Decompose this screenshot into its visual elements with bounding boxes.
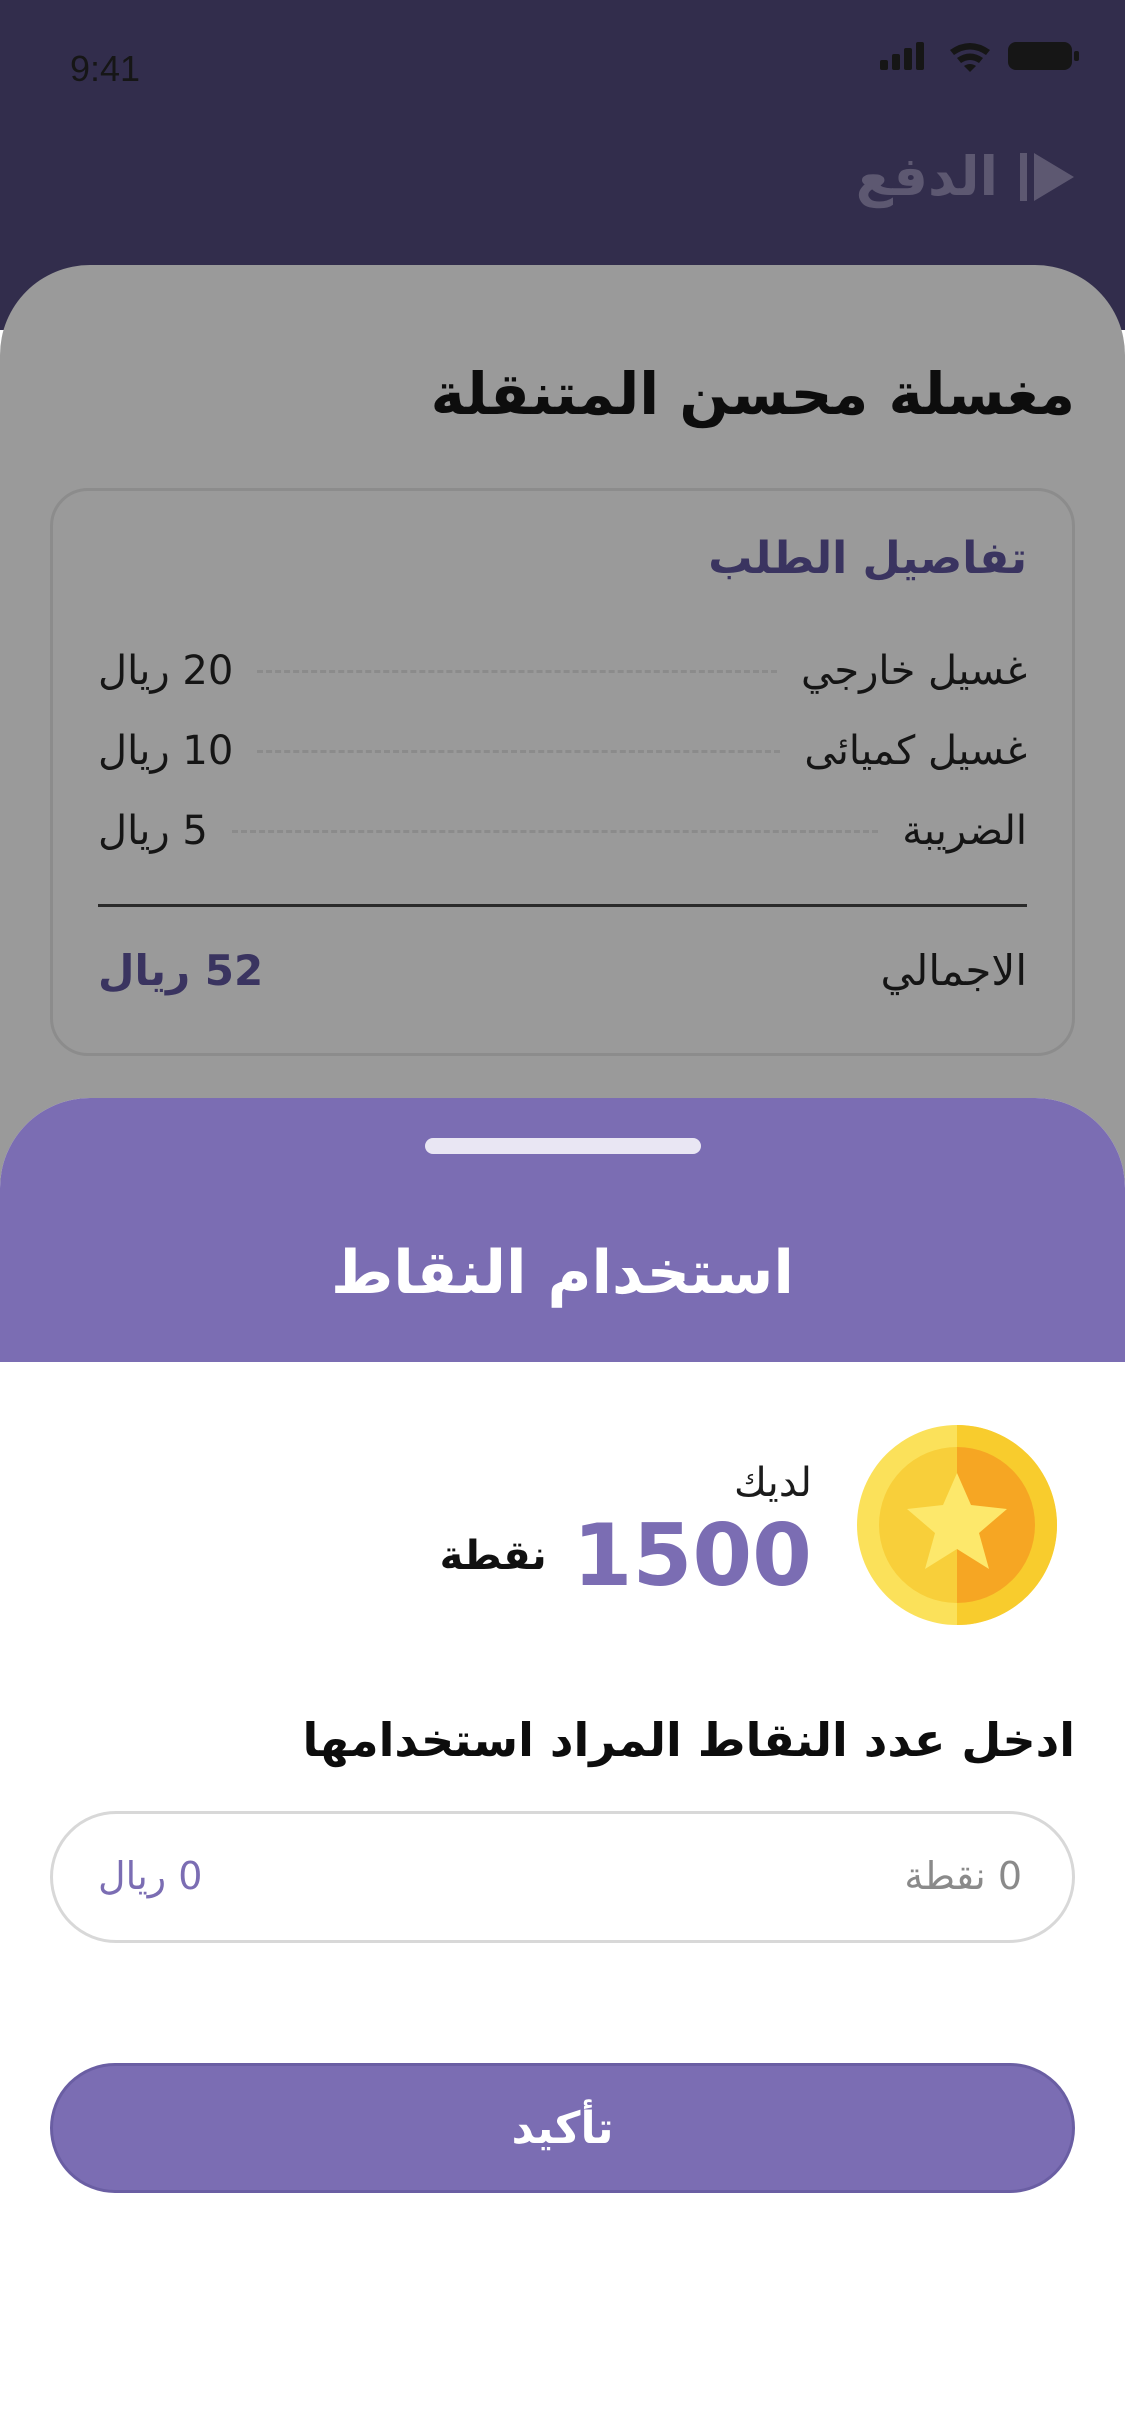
points-unit: نقطة [439, 1533, 547, 1579]
order-item-price: 20 ريال [98, 648, 234, 694]
dotted-leader [231, 829, 879, 833]
dotted-leader [257, 749, 781, 753]
enter-points-label: ادخل عدد النقاط المراد استخدامها [302, 1713, 1075, 1767]
signal-icon [880, 42, 924, 70]
order-item-row: غسيل خارجي 20 ريال [98, 641, 1027, 701]
order-item-price: 5 ريال [98, 808, 208, 854]
play-icon[interactable] [1020, 151, 1075, 203]
dotted-leader [257, 669, 778, 673]
total-value: 52 ريال [98, 946, 264, 995]
order-item-row: الضريبة 5 ريال [98, 801, 1027, 861]
page-title: مغسلة محسن المتنقلة [430, 360, 1075, 428]
status-icons [880, 42, 1079, 72]
points-input[interactable]: 0 نقطة 0 ريال [50, 1811, 1075, 1943]
divider [98, 904, 1027, 907]
order-item-label: غسيل خارجي [801, 648, 1027, 694]
order-item-label: الضريبة [902, 808, 1027, 854]
points-value: 1500 [572, 1506, 812, 1606]
order-details-title: تفاصيل الطلب [708, 533, 1027, 584]
riyal-equivalent: 0 ريال [98, 1854, 203, 1898]
points-have-label: لديك [733, 1460, 812, 1506]
order-item-label: غسيل كميائى [804, 728, 1027, 774]
use-points-sheet: استخدام النقاط لديك 1500 نقطة ادخل عدد ا… [0, 1098, 1125, 2436]
star-coin-icon [857, 1425, 1057, 1625]
nav-title: الدفع [855, 145, 998, 208]
order-item-row: غسيل كميائى 10 ريال [98, 721, 1027, 781]
order-details-card: تفاصيل الطلب غسيل خارجي 20 ريال غسيل كمي… [50, 488, 1075, 1056]
confirm-button[interactable]: تأكيد [50, 2063, 1075, 2193]
order-item-price: 10 ريال [98, 728, 234, 774]
nav-bar: الدفع [856, 145, 1075, 208]
wifi-icon [950, 43, 990, 72]
sheet-title: استخدام النقاط [330, 1238, 794, 1308]
drag-handle[interactable] [425, 1138, 701, 1154]
battery-icon [1008, 42, 1079, 70]
total-label: الاجمالي [880, 946, 1027, 995]
status-time: 9:41 [70, 48, 141, 89]
payment-screen: 9:41 الدفع مغسلة محسن المتنقلة تفاصيل ال… [0, 0, 1125, 2436]
points-balance: 1500 نقطة [440, 1506, 812, 1606]
sheet-header: استخدام النقاط [0, 1098, 1125, 1362]
points-input-placeholder: 0 نقطة [904, 1854, 1022, 1898]
